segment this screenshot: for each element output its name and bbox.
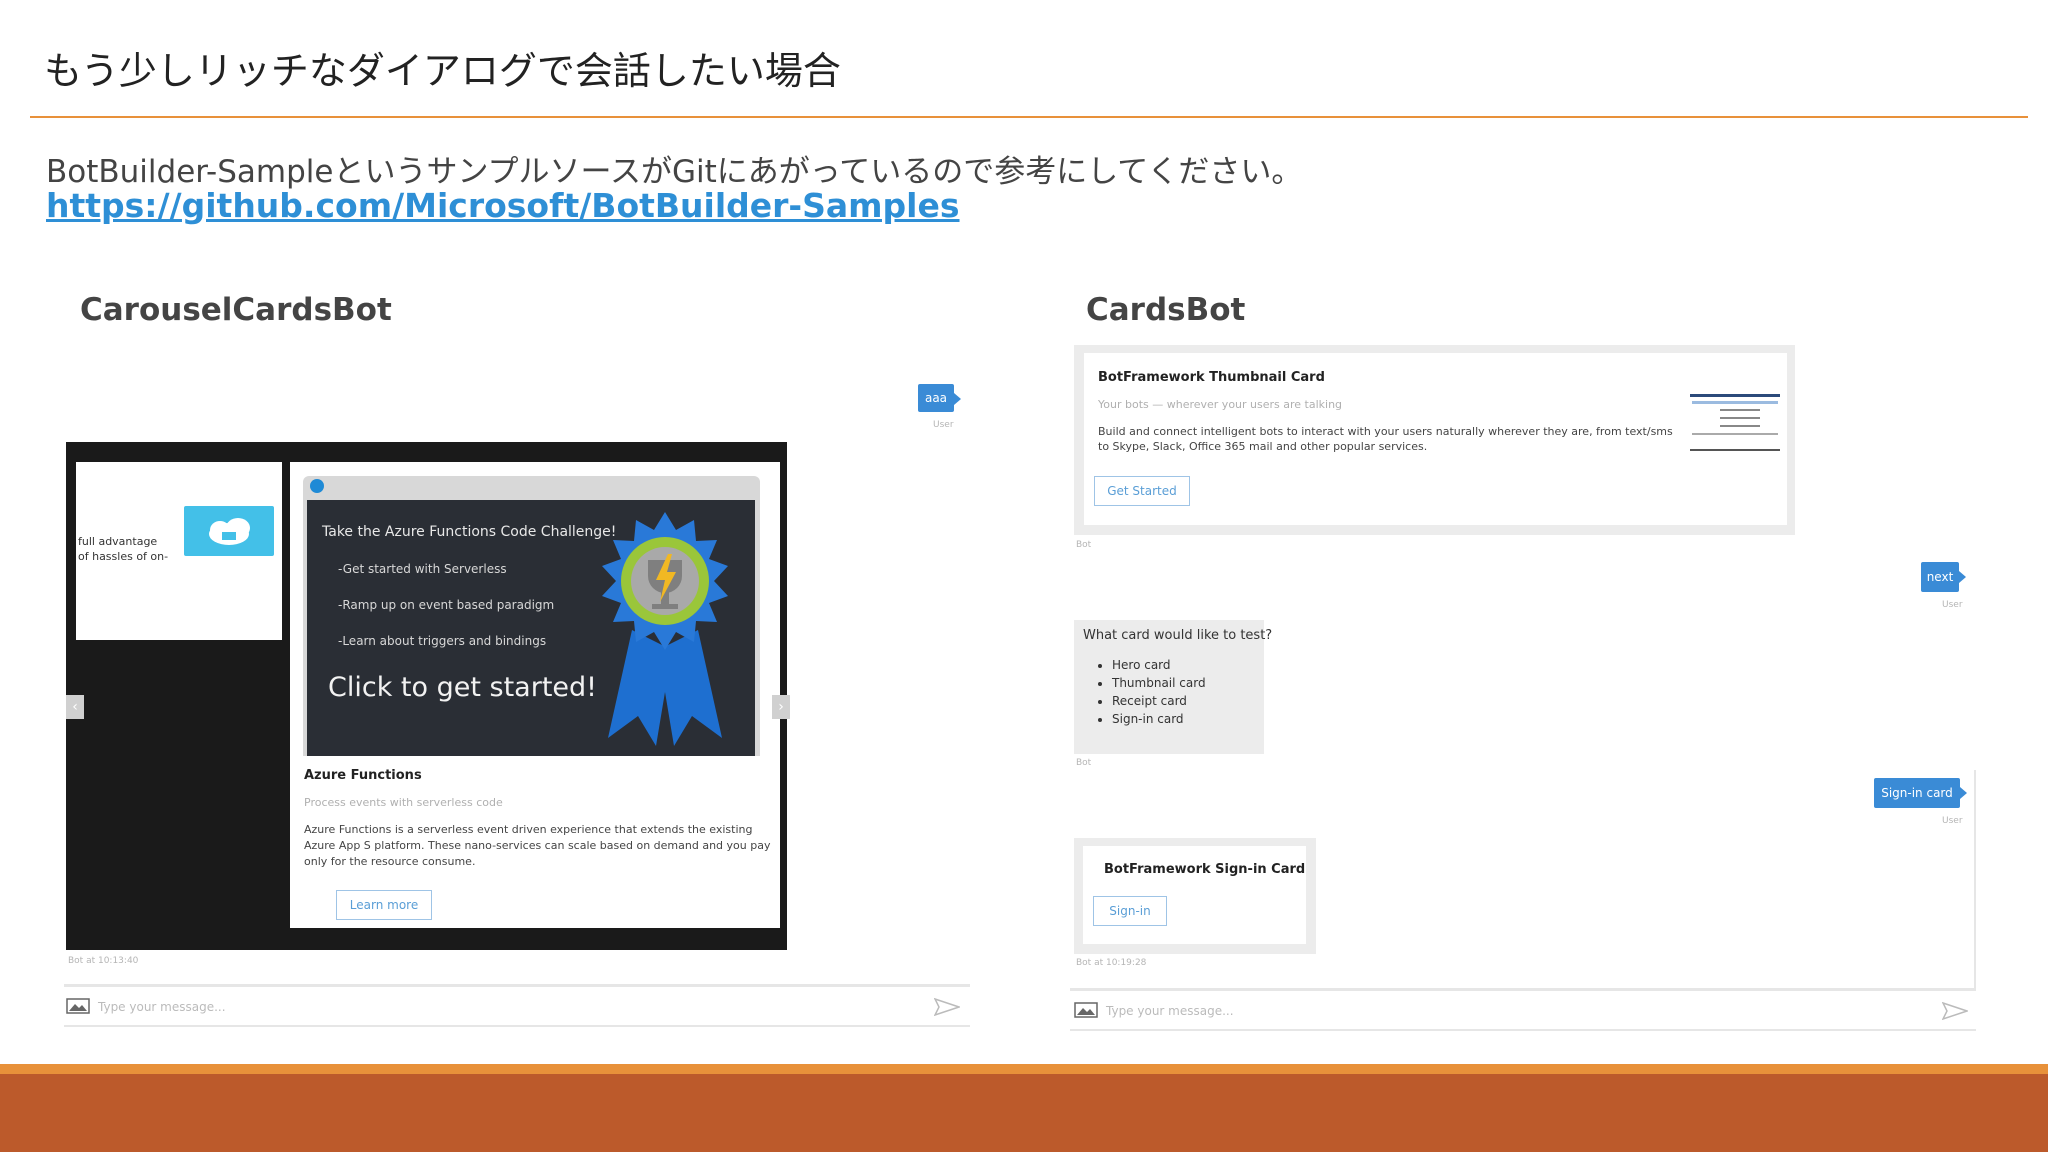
chat-scrollbar-edge — [1974, 770, 1976, 990]
thumbnail-card-title: BotFramework Thumbnail Card — [1098, 370, 1325, 385]
user-caption: User — [1942, 600, 1963, 610]
title-divider — [30, 116, 2028, 118]
bubble-tail — [1959, 571, 1966, 583]
card-question: What card would like to test? — [1083, 628, 1273, 643]
user-message-bubble: aaa — [918, 384, 954, 412]
list-item: Thumbnail card — [1112, 674, 1206, 692]
message-input[interactable]: Type your message... — [1106, 1004, 1234, 1018]
chevron-left-icon[interactable]: ‹ — [66, 695, 84, 719]
bot-timestamp: Bot at 10:13:40 — [68, 956, 139, 966]
thumbnail-card-subtitle: Your bots — wherever your users are talk… — [1098, 398, 1343, 411]
user-caption: User — [1942, 816, 1963, 826]
cloud-thumbnail-image — [184, 506, 274, 556]
bot-caption: Bot — [1076, 758, 1092, 768]
send-icon[interactable] — [933, 997, 962, 1020]
hero-item: -Get started with Serverless — [338, 562, 507, 576]
partial-card-text: full advantage of hassles of on- — [78, 535, 169, 563]
footer-bar — [0, 1074, 2048, 1152]
card-options-list: Hero card Thumbnail card Receipt card Si… — [1092, 656, 1206, 728]
user-message-signin: Sign-in card — [1874, 778, 1960, 808]
card-subtitle: Process events with serverless code — [304, 796, 503, 809]
signin-card[interactable] — [1083, 846, 1306, 944]
card-body-text: Azure Functions is a serverless event dr… — [304, 823, 771, 868]
learn-more-button[interactable]: Learn more — [336, 890, 432, 920]
list-item: Hero card — [1112, 656, 1206, 674]
get-started-button[interactable]: Get Started — [1094, 476, 1190, 506]
slide-title: もう少しリッチなダイアログで会話したい場合 — [44, 49, 841, 93]
chevron-right-icon[interactable]: › — [772, 695, 790, 719]
azure-logo-icon — [310, 479, 324, 493]
hero-item: -Learn about triggers and bindings — [338, 634, 547, 648]
hero-cta-text: Click to get started! — [328, 672, 597, 703]
samples-repo-link[interactable]: https://github.com/Microsoft/BotBuilder-… — [46, 186, 960, 225]
list-item: Receipt card — [1112, 692, 1206, 710]
signin-card-title: BotFramework Sign-in Card — [1104, 862, 1306, 877]
user-caption: User — [933, 420, 954, 430]
footer-accent-stripe — [0, 1064, 2048, 1074]
list-item: Sign-in card — [1112, 710, 1206, 728]
send-icon[interactable] — [1941, 1001, 1970, 1024]
thumbnail-image — [1690, 394, 1780, 451]
intro-text: BotBuilder-SampleというサンプルソースがGitにあがっているので… — [46, 154, 1303, 190]
hero-item: -Ramp up on event based paradigm — [338, 598, 555, 612]
user-message-next: next — [1921, 562, 1959, 592]
image-upload-icon[interactable] — [1074, 1002, 1098, 1022]
thumbnail-card-body: Build and connect intelligent bots to in… — [1098, 425, 1673, 453]
right-demo-label: CardsBot — [1086, 292, 1246, 328]
bot-caption: Bot — [1076, 540, 1092, 550]
bubble-tail — [954, 393, 961, 405]
bubble-tail — [1960, 787, 1967, 799]
hero-heading: Take the Azure Functions Code Challenge! — [322, 524, 617, 540]
left-demo-label: CarouselCardsBot — [80, 292, 392, 328]
award-ribbon-icon — [586, 510, 744, 750]
bot-timestamp: Bot at 10:19:28 — [1076, 958, 1147, 968]
card-title: Azure Functions — [304, 768, 422, 783]
message-input[interactable]: Type your message... — [98, 1000, 226, 1014]
image-upload-icon[interactable] — [66, 998, 90, 1018]
signin-button[interactable]: Sign-in — [1093, 896, 1167, 926]
